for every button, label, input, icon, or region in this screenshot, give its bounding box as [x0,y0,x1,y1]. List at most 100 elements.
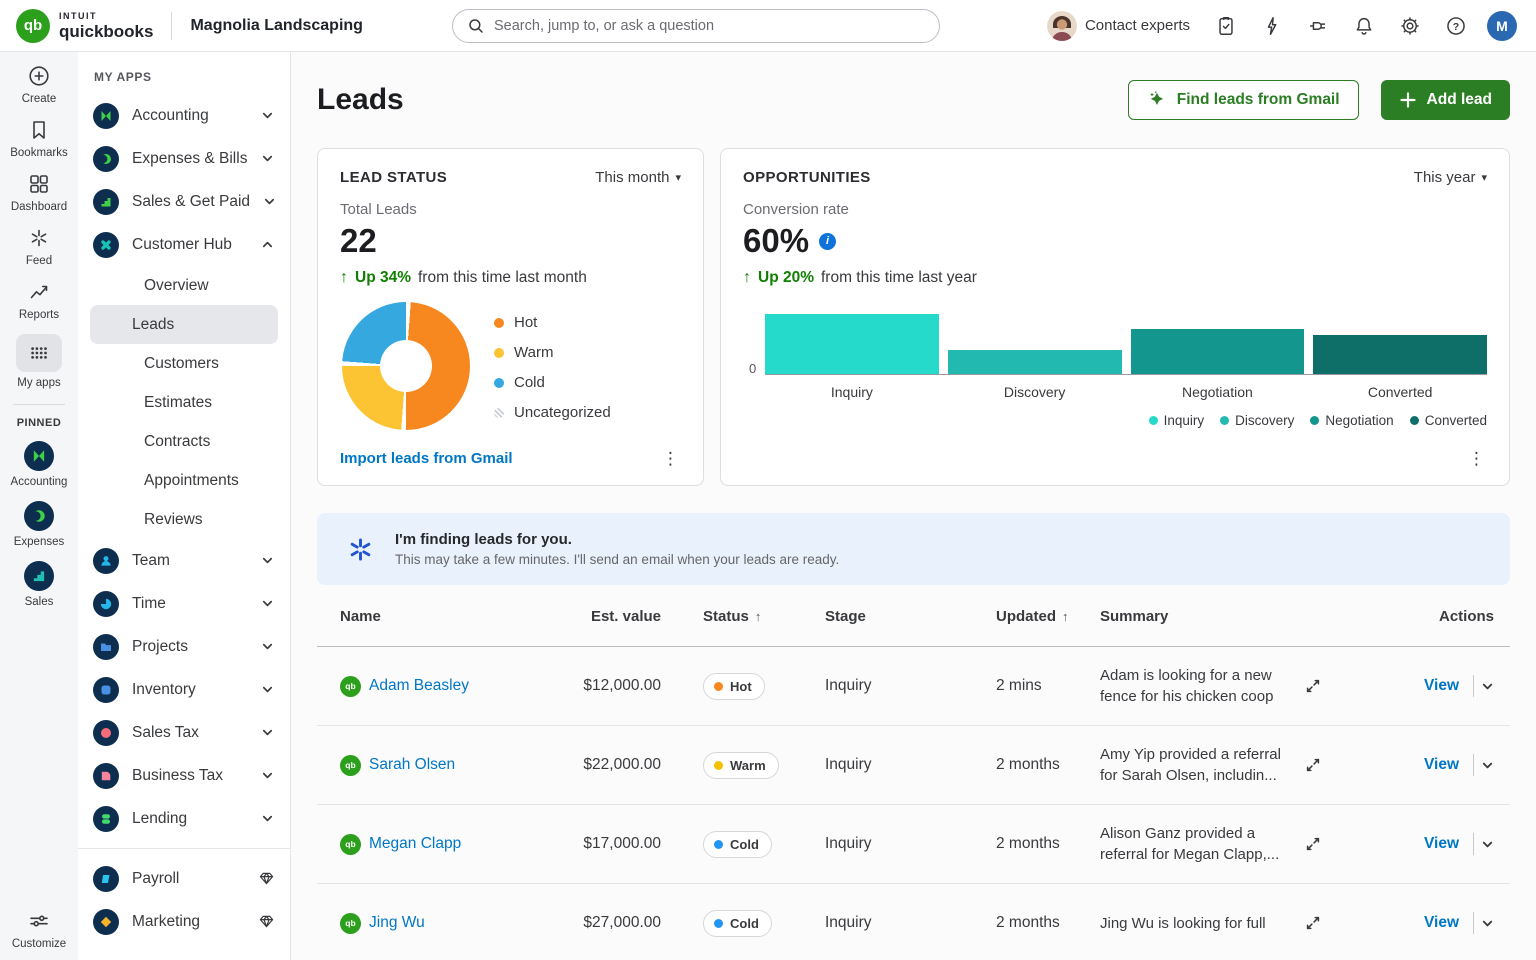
rail-item-feed[interactable]: Feed [3,226,75,267]
quick-actions-button[interactable] [1252,6,1292,46]
banner-title: I'm finding leads for you. [395,531,839,548]
main-content: Leads Find leads from Gmail Add lead [291,52,1536,960]
add-lead-button[interactable]: Add lead [1381,80,1510,120]
bar-column-inquiry [765,314,939,374]
expand-summary-icon[interactable] [1304,756,1322,774]
gear-icon [1399,15,1421,37]
apps-panel-item-accounting[interactable]: Accounting [78,94,290,137]
caret-down-icon: ▾ [1481,171,1487,184]
premium-gem-icon [259,914,274,929]
view-lead-button[interactable]: View [1424,677,1473,695]
contact-experts-button[interactable]: Contact experts [1043,7,1200,45]
find-leads-from-gmail-button[interactable]: Find leads from Gmail [1128,80,1359,120]
rail-item-create[interactable]: Create [3,64,75,105]
row-actions-chevron-button[interactable] [1474,917,1500,930]
apps-panel-item-reviews[interactable]: Reviews [90,500,278,539]
header-stage[interactable]: Stage [825,608,996,625]
chevron-down-icon [261,152,274,165]
apps-panel-item-leads[interactable]: Leads [90,305,278,344]
sparkle-icon [1147,90,1167,110]
expand-summary-icon[interactable] [1304,677,1322,695]
lead-status-period-selector[interactable]: This month ▾ [595,169,681,186]
integrations-button[interactable] [1298,6,1338,46]
expand-summary-icon[interactable] [1304,835,1322,853]
apps-panel-item-inventory[interactable]: Inventory [78,668,290,711]
apps-panel-item-lending[interactable]: Lending [78,797,290,840]
header-est-value[interactable]: Est. value [577,608,665,625]
apps-panel-item-sales-get-paid[interactable]: Sales & Get Paid [78,180,290,223]
view-lead-button[interactable]: View [1424,835,1473,853]
rail-item-dashboard[interactable]: Dashboard [3,172,75,213]
lead-name-link[interactable]: Adam Beasley [369,677,469,695]
rail-item-customize[interactable]: Customize [3,909,75,950]
lead-updated: 2 months [996,914,1100,932]
opportunity-bar [948,350,1122,374]
legend-item-negotiation: Negotiation [1310,413,1393,428]
help-button[interactable]: ? [1436,6,1476,46]
apps-panel-item-sales-tax[interactable]: Sales Tax [78,711,290,754]
header-name[interactable]: Name [317,608,577,625]
header-status[interactable]: Status ↑ [665,608,825,625]
avatar: M [1487,11,1517,41]
tasks-clipboard-button[interactable] [1206,6,1246,46]
pinned-item-sales[interactable]: Sales [3,561,75,608]
pinned-item-expenses[interactable]: Expenses [3,501,75,548]
apps-panel-item-estimates[interactable]: Estimates [90,383,278,422]
lead-status-menu-button[interactable]: ⋮ [654,445,687,473]
apps-panel-item-marketing[interactable]: Marketing [78,900,290,943]
apps-panel-item-payroll[interactable]: Payroll [78,857,290,900]
apps-panel-item-team[interactable]: Team [78,539,290,582]
apps-panel-item-appointments[interactable]: Appointments [90,461,278,500]
lead-name-link[interactable]: Jing Wu [369,914,425,932]
expand-summary-icon[interactable] [1304,914,1322,932]
apps-panel-divider [78,848,290,849]
opportunities-menu-button[interactable]: ⋮ [1460,445,1493,473]
apps-panel-item-time[interactable]: Time [78,582,290,625]
quickbooks-logo[interactable]: qb INTUIT quickbooks [16,9,153,43]
app-label: Time [132,595,166,613]
search-input[interactable] [494,18,925,34]
lead-stage: Inquiry [825,677,996,695]
view-lead-button[interactable]: View [1424,914,1473,932]
apps-panel-item-customers[interactable]: Customers [90,344,278,383]
legend-item-warm: Warm [494,344,611,361]
profile-avatar-button[interactable]: M [1482,6,1522,46]
apps-panel-item-projects[interactable]: Projects [78,625,290,668]
settings-button[interactable] [1390,6,1430,46]
assist-banner: I'm finding leads for you. This may take… [317,513,1510,585]
apps-panel-item-contracts[interactable]: Contracts [90,422,278,461]
import-leads-from-gmail-link[interactable]: Import leads from Gmail [340,450,513,467]
qb-lead-icon: qb [340,913,361,934]
rail-label: Reports [19,309,59,321]
apps-panel-item-customer-hub[interactable]: Customer Hub [78,223,290,266]
info-icon[interactable]: i [819,233,836,250]
row-actions-chevron-button[interactable] [1474,838,1500,851]
row-actions-chevron-button[interactable] [1474,680,1500,693]
svg-text:?: ? [1453,20,1459,32]
lead-stage: Inquiry [825,914,996,932]
clipboard-check-icon [1215,15,1237,37]
rail-item-my-apps[interactable]: My apps [3,334,75,389]
rail-item-bookmarks[interactable]: Bookmarks [3,118,75,159]
lead-est-value: $27,000.00 [577,914,665,932]
apps-panel-item-expenses-bills[interactable]: Expenses & Bills [78,137,290,180]
apps-panel-item-business-tax[interactable]: Business Tax [78,754,290,797]
view-lead-button[interactable]: View [1424,756,1473,774]
global-search[interactable] [452,9,940,43]
accounting-app-icon [93,103,119,129]
pinned-item-accounting[interactable]: Accounting [3,441,75,488]
bar-category-labels: Inquiry Discovery Negotiation Converted [765,384,1487,400]
header-updated[interactable]: Updated ↑ [996,608,1100,625]
lead-name-link[interactable]: Sarah Olsen [369,756,455,774]
apps-panel-item-overview[interactable]: Overview [90,266,278,305]
notifications-button[interactable] [1344,6,1384,46]
row-actions-chevron-button[interactable] [1474,759,1500,772]
rail-label: Sales [25,596,54,608]
lead-name-link[interactable]: Megan Clapp [369,835,461,853]
rail-item-reports[interactable]: Reports [3,280,75,321]
marketing-app-icon [93,909,119,935]
opportunities-period-selector[interactable]: This year ▾ [1414,169,1487,186]
chevron-down-icon [261,597,274,610]
opportunities-trend: ↑ Up 20% from this time last year [743,269,1487,287]
plug-icon [1307,15,1329,37]
